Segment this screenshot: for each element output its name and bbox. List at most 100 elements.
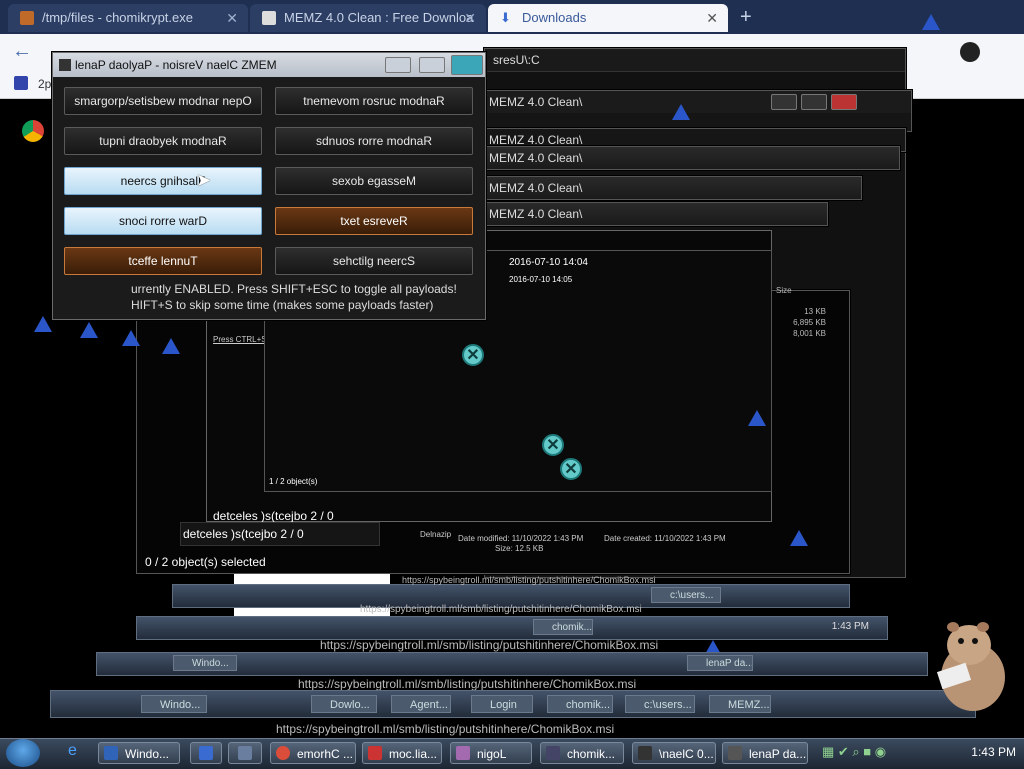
- chomik-icon: [546, 746, 560, 760]
- size-value: 8,001 KB: [793, 329, 826, 338]
- browser-tab-chomikrypt[interactable]: /tmp/files - chomikrypt.exe ✕: [8, 4, 248, 32]
- row-date-2: 2016-07-10 14:05: [509, 275, 573, 284]
- maximize-button[interactable]: [419, 57, 445, 73]
- echo-taskbar-4: Windo... Dowlo... Agent... Login chomik.…: [50, 690, 976, 718]
- taskbar-item-chrome[interactable]: emorhC ...: [270, 742, 356, 764]
- start-button[interactable]: [6, 739, 40, 767]
- window-path: MEMZ 4.0 Clean\: [489, 181, 583, 195]
- terminal-icon: [20, 11, 34, 25]
- size-column: Size 13 KB 6,895 KB 8,001 KB: [776, 286, 826, 338]
- memz-title-bar: lenaP daolyaP - noisreV naelC ZMEM: [53, 53, 485, 77]
- taskbar-item-windows[interactable]: Windo...: [98, 742, 180, 764]
- taskbar-clock[interactable]: 1:43 PM: [971, 745, 1016, 759]
- browser-tab-memz[interactable]: MEMZ 4.0 Clean : Free Downloa ✕: [250, 4, 486, 32]
- taskbar-item-label: nigoL: [477, 747, 507, 761]
- status-line-2: HIFT+S to skip some time (makes some pay…: [131, 298, 434, 312]
- explorer-window-6: MEMZ 4.0 Clean\: [480, 202, 828, 226]
- echo-item: c:\users...: [651, 587, 721, 603]
- taskbar-item-login[interactable]: nigoL: [450, 742, 532, 764]
- size-value: 13 KB: [804, 307, 826, 316]
- tab-label: /tmp/files - chomikrypt.exe: [42, 10, 193, 25]
- bookmark-label[interactable]: 2p: [38, 77, 51, 91]
- payload-button-8[interactable]: txet esreveR: [275, 207, 473, 235]
- archive-icon: [638, 746, 652, 760]
- new-tab-button[interactable]: +: [740, 6, 752, 29]
- taskbar-item-mail[interactable]: moc.lia...: [362, 742, 442, 764]
- payload-button-10[interactable]: sehctilg neercS: [275, 247, 473, 275]
- taskbar-item-label: moc.lia...: [389, 747, 438, 761]
- taskbar-item-memz-folder[interactable]: \naelC 0...: [632, 742, 716, 764]
- payload-button-7[interactable]: snoci rorre warD: [64, 207, 262, 235]
- explorer-window-2: MEMZ 4.0 Clean\: [480, 90, 912, 132]
- echo-item: Windo...: [173, 655, 237, 671]
- chrome-icon: [22, 120, 44, 142]
- close-button[interactable]: [831, 94, 857, 110]
- tab-label: Downloads: [522, 10, 587, 25]
- echo-item: c:\users...: [625, 695, 695, 713]
- url-text: https://spybeingtroll.ml/smb/listing/put…: [276, 722, 615, 736]
- window-path: MEMZ 4.0 Clean\: [489, 133, 583, 147]
- error-x-icon: ✕: [462, 344, 484, 366]
- url-text: https://spybeingtroll.ml/smb/listing/put…: [298, 677, 637, 691]
- browser-tab-downloads[interactable]: ⬇ Downloads ✕: [488, 4, 728, 32]
- minimize-button[interactable]: [385, 57, 411, 73]
- echo-item: Windo...: [141, 695, 207, 713]
- warning-icon: [748, 410, 766, 426]
- maximize-button[interactable]: [801, 94, 827, 110]
- taskbar-item-label: Windo...: [125, 747, 170, 761]
- close-icon[interactable]: ✕: [226, 4, 238, 32]
- app-icon: [728, 746, 742, 760]
- status-selected-reversed: detceles )s(tcejbo 2 / 0: [213, 509, 334, 523]
- error-x-icon: ✕: [560, 458, 582, 480]
- taskbar-item-memz-panel[interactable]: lenaP da...: [722, 742, 808, 764]
- login-icon: [456, 746, 470, 760]
- bookmark-icon[interactable]: [14, 76, 28, 90]
- taskbar-item-media[interactable]: [190, 742, 222, 764]
- payload-button-9[interactable]: tceffe lennuT: [64, 247, 262, 275]
- details-size: Size: 12.5 KB: [495, 544, 544, 553]
- warning-icon: [922, 14, 940, 30]
- echo-clock: 1:43 PM: [831, 621, 869, 632]
- taskbar-item-agent[interactable]: [228, 742, 262, 764]
- address-bar[interactable]: sresU\:C: [485, 49, 905, 72]
- payload-button-6[interactable]: sexob egasseM: [275, 167, 473, 195]
- error-x-icon: ✕: [542, 434, 564, 456]
- profile-avatar[interactable]: [960, 42, 980, 62]
- row-date-1: 2016-07-10 14:04: [509, 257, 588, 268]
- payload-button-4[interactable]: sdnuos rorre modnaR: [275, 127, 473, 155]
- size-header: Size: [776, 286, 792, 295]
- agent-icon: [238, 746, 252, 760]
- back-arrow-icon[interactable]: ←: [12, 40, 32, 63]
- minimize-button[interactable]: [771, 94, 797, 110]
- app-icon: [59, 59, 71, 71]
- size-value: 6,895 KB: [793, 318, 826, 327]
- details-name: Delnazip: [420, 530, 452, 539]
- page-icon: [262, 11, 276, 25]
- taskbar-item-label: lenaP da...: [749, 747, 807, 761]
- echo-item: chomik...: [533, 619, 593, 635]
- payload-button-5[interactable]: neercs gnihsalF: [64, 167, 262, 195]
- ie-icon[interactable]: e: [68, 742, 77, 760]
- taskbar-item-chomik[interactable]: chomik...: [540, 742, 624, 764]
- close-icon[interactable]: ✕: [706, 4, 718, 32]
- payload-button-3[interactable]: tupni draobyek modnaR: [64, 127, 262, 155]
- warning-icon: [162, 338, 180, 354]
- chrome-icon: [276, 746, 290, 760]
- memz-payload-panel: lenaP daolyaP - noisreV naelC ZMEM smarg…: [52, 52, 486, 320]
- status-selected-main: 0 / 2 object(s) selected: [145, 555, 266, 569]
- echo-taskbar-3: Windo... lenaP da...: [96, 652, 928, 676]
- echo-item: chomik...: [547, 695, 613, 713]
- url-text: https://spybeingtroll.ml/smb/listing/put…: [402, 575, 656, 585]
- status-line-1: urrently ENABLED. Press SHIFT+ESC to tog…: [131, 282, 457, 296]
- echo-item: MEMZ...: [709, 695, 771, 713]
- taskbar-item-label: chomik...: [567, 747, 616, 761]
- window-path: MEMZ 4.0 Clean\: [489, 95, 583, 109]
- explorer-window-4: MEMZ 4.0 Clean\: [480, 146, 900, 170]
- payload-button-2[interactable]: tnemevom rosruc modnaR: [275, 87, 473, 115]
- payload-button-1[interactable]: smargorp/setisbew modnar nepO: [64, 87, 262, 115]
- close-icon[interactable]: ✕: [464, 4, 476, 32]
- taskbar-item-label: \naelC 0...: [659, 747, 714, 761]
- close-button[interactable]: [451, 55, 483, 75]
- tab-label: MEMZ 4.0 Clean : Free Downloa: [284, 10, 474, 25]
- tray-icons[interactable]: ▦ ✔ ⌕ ■ ◉: [822, 744, 886, 760]
